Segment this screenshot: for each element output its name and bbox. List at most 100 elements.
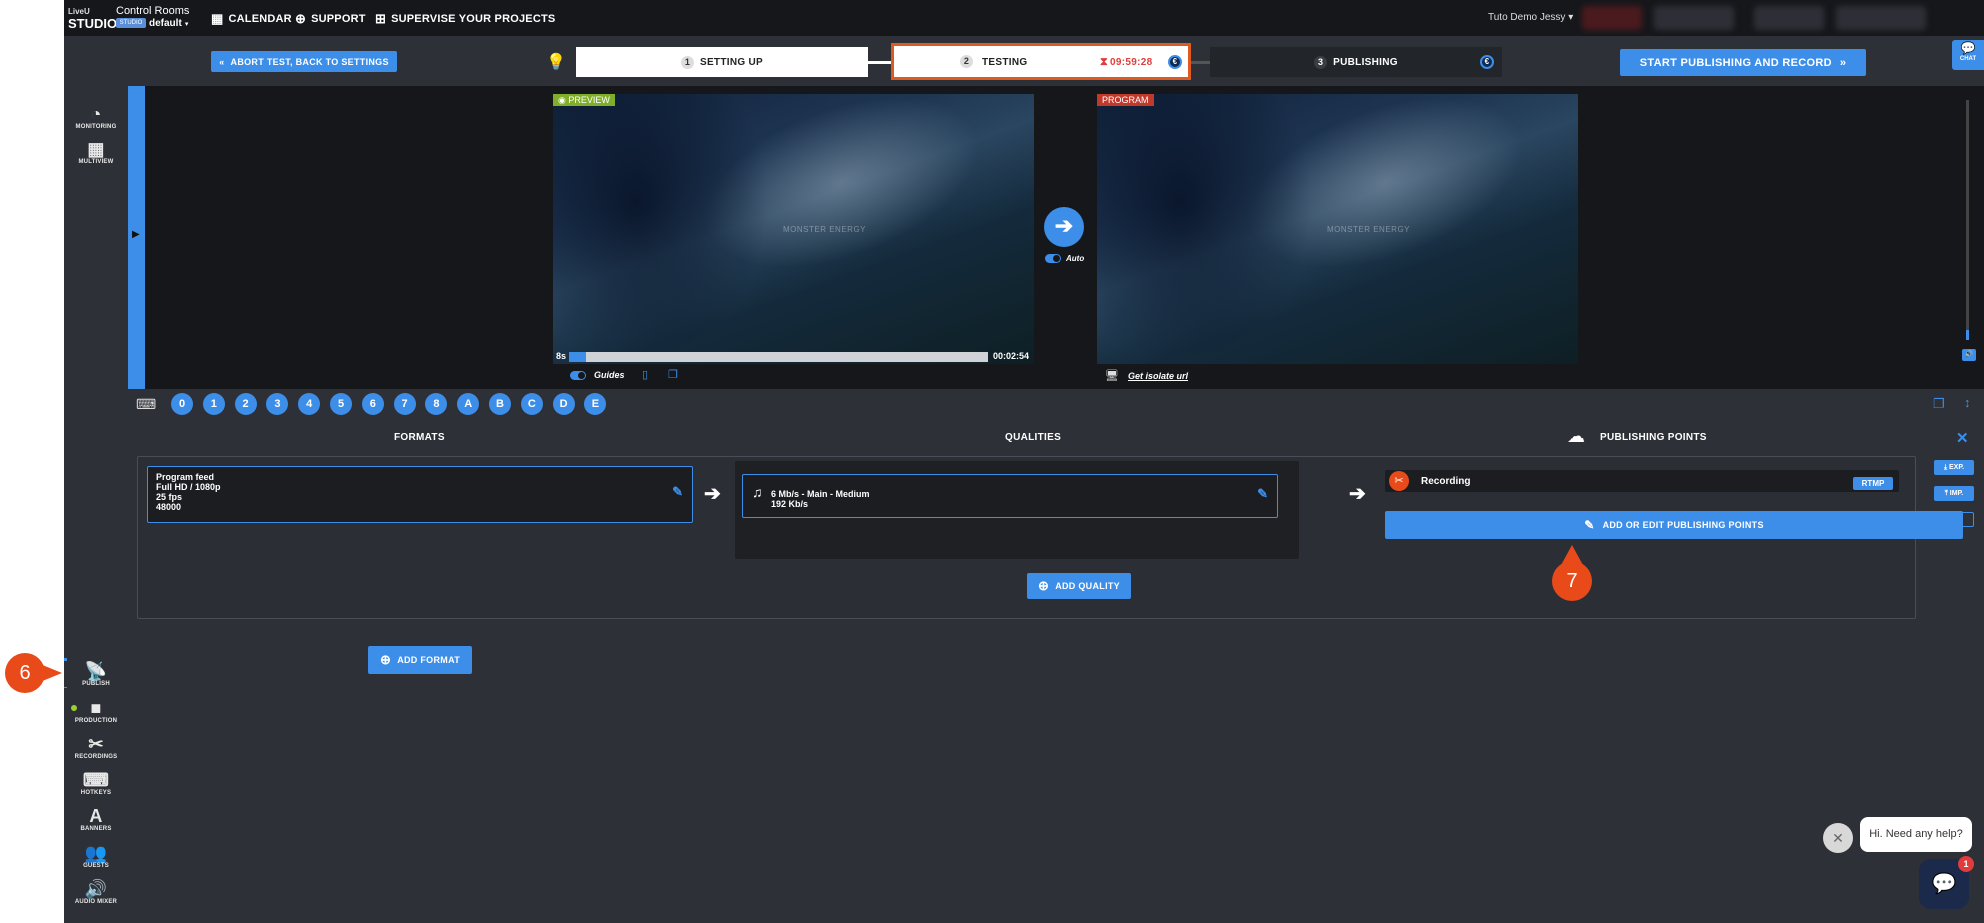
hotkey-e[interactable]: E	[584, 393, 607, 415]
hotkey-4[interactable]: 4	[298, 393, 321, 415]
sidebar-audio-mixer[interactable]: 🔊 AUDIO MIXER	[64, 879, 128, 905]
preview-video[interactable]: ◉ PREVIEW MONSTER ENERGY 8s 00:02:54	[553, 94, 1034, 364]
arrow-right-icon: ➔	[1349, 483, 1366, 505]
hotkey-d[interactable]: D	[552, 393, 575, 415]
quality-card[interactable]: ♫ 6 Mb/s - Main - Medium 192 Kb/s ✎	[742, 474, 1278, 518]
hotkey-0[interactable]: 0	[171, 393, 193, 415]
sidebar-hotkeys[interactable]: ⌨ HOTKEYS	[64, 770, 128, 796]
broadcast-icon: 📡	[84, 661, 108, 681]
sidebar-recordings[interactable]: ✂ RECORDINGS	[64, 734, 128, 760]
hotkey-8[interactable]: 8	[425, 393, 448, 415]
nav-support[interactable]: ⊕ SUPPORT	[295, 11, 366, 27]
callout-6-pointer	[40, 664, 62, 682]
chat-tab[interactable]: 💬 CHAT	[1952, 40, 1984, 70]
format-line: 25 fps	[156, 492, 183, 502]
double-chevron-right-icon: »	[1839, 56, 1847, 69]
lightbulb-icon[interactable]: 💡	[546, 52, 566, 72]
help-badge: 1	[1958, 856, 1974, 872]
arrow-right-icon: ➔	[1054, 213, 1074, 238]
multiview-grid-icon: ▦	[87, 139, 105, 159]
room-name: default	[149, 18, 182, 29]
format-line: 48000	[156, 502, 182, 512]
raw-button[interactable]: RAW	[1934, 512, 1974, 527]
test-timer: 09:59:28	[1110, 57, 1153, 68]
euro-coin-icon: €	[1168, 55, 1182, 69]
hotkey-2[interactable]: 2	[234, 393, 257, 415]
mobile-icon[interactable]: ▯	[642, 368, 648, 381]
audio-meter	[1966, 100, 1969, 340]
chat-icon: 💬	[1960, 41, 1976, 55]
pencil-icon: ✎	[1584, 518, 1595, 532]
copy-icon[interactable]: ❐	[668, 368, 678, 381]
speaker-icon[interactable]: 🔊	[1962, 349, 1976, 361]
video-camera-icon: ■	[90, 698, 102, 718]
step-publishing[interactable]: 3 PUBLISHING €	[1210, 47, 1502, 77]
start-publishing-button[interactable]: START PUBLISHING AND RECORD »	[1620, 49, 1866, 76]
double-chevron-left-icon: «	[219, 56, 225, 67]
import-button[interactable]: ⤒ IMP.	[1934, 486, 1974, 501]
edit-pencil-icon[interactable]: ✎	[672, 485, 683, 498]
take-transition-button[interactable]: ➔	[1044, 207, 1084, 247]
preview-progress-track[interactable]	[569, 352, 988, 362]
scissors-icon: ✂	[88, 734, 104, 754]
close-help-button[interactable]: ✕	[1823, 823, 1853, 853]
hotkey-b[interactable]: B	[489, 393, 511, 415]
step-number: 1	[680, 55, 694, 69]
export-button[interactable]: ⤓ EXP.	[1934, 460, 1974, 475]
preview-tag: ◉ PREVIEW	[553, 94, 615, 106]
close-icon[interactable]: ✕	[1956, 429, 1969, 447]
keyboard-icon[interactable]: ⌨	[136, 396, 156, 413]
hotkey-7[interactable]: 7	[393, 393, 416, 415]
step-setting-up[interactable]: 1 SETTING UP	[576, 47, 868, 77]
calendar-icon: ▦	[211, 11, 224, 26]
eye-icon: ◉	[558, 95, 569, 105]
add-format-button[interactable]: ⊕ ADD FORMAT	[368, 646, 472, 674]
qualities-header: QUALITIES	[1005, 432, 1062, 443]
callout-7: 7	[1552, 561, 1592, 601]
nav-supervise-projects[interactable]: ⊞ SUPERVISE YOUR PROJECTS	[375, 11, 555, 27]
sidebar-publish[interactable]: 📡 PUBLISH	[64, 661, 128, 687]
user-menu[interactable]: Tuto Demo Jessy ▾	[1488, 12, 1573, 23]
recording-label: Recording	[1421, 476, 1471, 487]
hotkey-3[interactable]: 3	[266, 393, 289, 415]
add-edit-publishing-points-button[interactable]: ✎ ADD OR EDIT PUBLISHING POINTS	[1385, 511, 1963, 539]
hotkey-1[interactable]: 1	[202, 393, 225, 415]
resize-vertical-icon[interactable]: ↕	[1964, 395, 1971, 410]
scissors-icon: ✂	[1389, 471, 1409, 491]
publishing-group: ✂ Recording RTMP	[1385, 470, 1909, 492]
step-testing[interactable]: 2 TESTING ⧗ 09:59:28 €	[891, 43, 1191, 80]
hotkey-c[interactable]: C	[520, 393, 543, 415]
program-video[interactable]: PROGRAM MONSTER ENERGY	[1097, 94, 1578, 364]
sidebar-guests[interactable]: 👥 GUESTS	[64, 843, 128, 869]
edit-pencil-icon[interactable]: ✎	[1257, 487, 1268, 500]
blurred-area	[1654, 6, 1734, 30]
quality-line: 6 Mb/s - Main - Medium	[771, 489, 870, 499]
sidebar-production[interactable]: ■ PRODUCTION	[64, 698, 128, 724]
format-line: Full HD / 1080p	[156, 482, 221, 492]
hotkey-5[interactable]: 5	[330, 393, 352, 415]
recording-point[interactable]: ✂ Recording RTMP	[1385, 470, 1899, 492]
control-rooms-selector[interactable]: Control Rooms STUDIO default ▾	[116, 5, 189, 29]
add-quality-button[interactable]: ⊕ ADD QUALITY	[1027, 573, 1131, 599]
step-number: 2	[960, 55, 973, 68]
sidebar-multiview[interactable]: ▦ MULTIVIEW	[64, 139, 128, 165]
isolate-url-link[interactable]: Get isolate url	[1128, 371, 1188, 381]
liveu-studio-logo[interactable]: LiveU STUDIO	[68, 6, 117, 30]
hotkey-6[interactable]: 6	[361, 393, 384, 415]
sidebar-monitoring[interactable]: ◔ MONITORING	[64, 104, 128, 130]
sidebar-banners[interactable]: A BANNERS	[64, 806, 128, 832]
hotkey-a[interactable]: A	[457, 393, 480, 415]
chevron-down-icon: ▾	[184, 21, 189, 28]
format-card[interactable]: Program feed Full HD / 1080p 25 fps 4800…	[147, 466, 693, 523]
guides-toggle[interactable]	[570, 371, 586, 380]
help-bubble[interactable]: Hi. Need any help?	[1860, 817, 1972, 852]
control-rooms-label: Control Rooms	[116, 5, 190, 17]
nav-calendar[interactable]: ▦ CALENDAR	[211, 11, 292, 27]
step-number: 3	[1314, 55, 1328, 69]
preview-watermark: MONSTER ENERGY	[783, 225, 867, 234]
program-watermark: MONSTER ENERGY	[1327, 225, 1411, 234]
abort-test-button[interactable]: « ABORT TEST, BACK TO SETTINGS	[211, 51, 397, 72]
duplicate-icon[interactable]: ❐	[1933, 396, 1945, 412]
collapse-panel-handle[interactable]: ▶	[128, 86, 145, 389]
auto-toggle[interactable]	[1045, 254, 1061, 263]
